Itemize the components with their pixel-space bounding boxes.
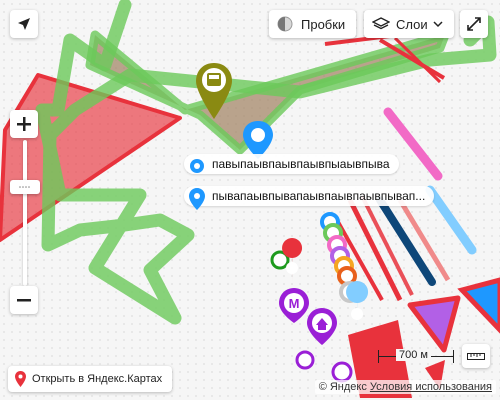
layers-button[interactable]: Слои xyxy=(364,10,454,38)
zoom-rail[interactable] xyxy=(23,140,27,286)
fullscreen-icon xyxy=(467,17,481,31)
metro-icon: M xyxy=(289,296,300,311)
placemark-label-text: пывапаывпывапаывпаывпаывпывап... xyxy=(212,189,426,203)
purple-polygon[interactable] xyxy=(407,295,461,353)
copyright: © Яндекс Условия использования xyxy=(314,380,496,394)
zoom-in-button[interactable] xyxy=(10,110,38,138)
yandex-pin-icon xyxy=(15,371,26,387)
scale-bar: 700 м xyxy=(378,349,454,364)
layers-label: Слои xyxy=(396,16,428,32)
zoom-out-button[interactable] xyxy=(10,286,38,314)
pin-purple-bottom[interactable] xyxy=(295,350,353,383)
copyright-brand: © Яндекс xyxy=(318,381,367,393)
fullscreen-button[interactable] xyxy=(460,10,488,38)
geolocation-icon xyxy=(18,18,30,30)
blue-red-polygon[interactable] xyxy=(457,277,500,334)
layers-icon xyxy=(372,17,390,30)
zoom-out-icon xyxy=(17,299,31,302)
terms-of-use-link[interactable]: Условия использования xyxy=(370,381,492,393)
placemark-pin-icon xyxy=(189,188,205,210)
placemark-label-text: павыпаывпаывпаывпыаывпыва xyxy=(212,157,390,171)
grip-icon xyxy=(19,186,30,188)
zoom-in-icon xyxy=(17,117,31,131)
placemark-label[interactable]: пывапаывпывапаывпаывпаывпывап... xyxy=(184,186,435,210)
open-in-yandex-maps-button[interactable]: Открыть в Яндекс.Картах xyxy=(8,366,173,392)
home-pin[interactable] xyxy=(307,308,337,345)
scale-label: 700 м xyxy=(396,349,431,361)
ruler-icon xyxy=(467,353,485,360)
open-in-yandex-maps-label: Открыть в Яндекс.Картах xyxy=(32,373,163,385)
chevron-down-icon xyxy=(433,20,443,27)
placemark-label[interactable]: павыпаывпаывпаывпыаывпыва xyxy=(184,154,399,174)
map-viewport[interactable]: M павыпаывпаывпаывпыаывпыва пывапаывпыва… xyxy=(0,0,500,400)
marker-cluster[interactable] xyxy=(270,212,361,303)
metro-pin[interactable]: M xyxy=(279,288,309,323)
light-blue-stripe[interactable] xyxy=(425,185,477,255)
bus-icon xyxy=(207,73,221,86)
geolocation-button[interactable] xyxy=(10,10,38,38)
ruler-button[interactable] xyxy=(462,344,490,368)
pin-blue-light[interactable] xyxy=(346,281,369,330)
zoom-slider-thumb[interactable] xyxy=(10,180,40,194)
traffic-button[interactable]: Пробки xyxy=(269,10,356,38)
traffic-icon xyxy=(277,16,293,32)
placemark-dot-icon xyxy=(190,159,204,173)
traffic-label: Пробки xyxy=(301,16,346,32)
